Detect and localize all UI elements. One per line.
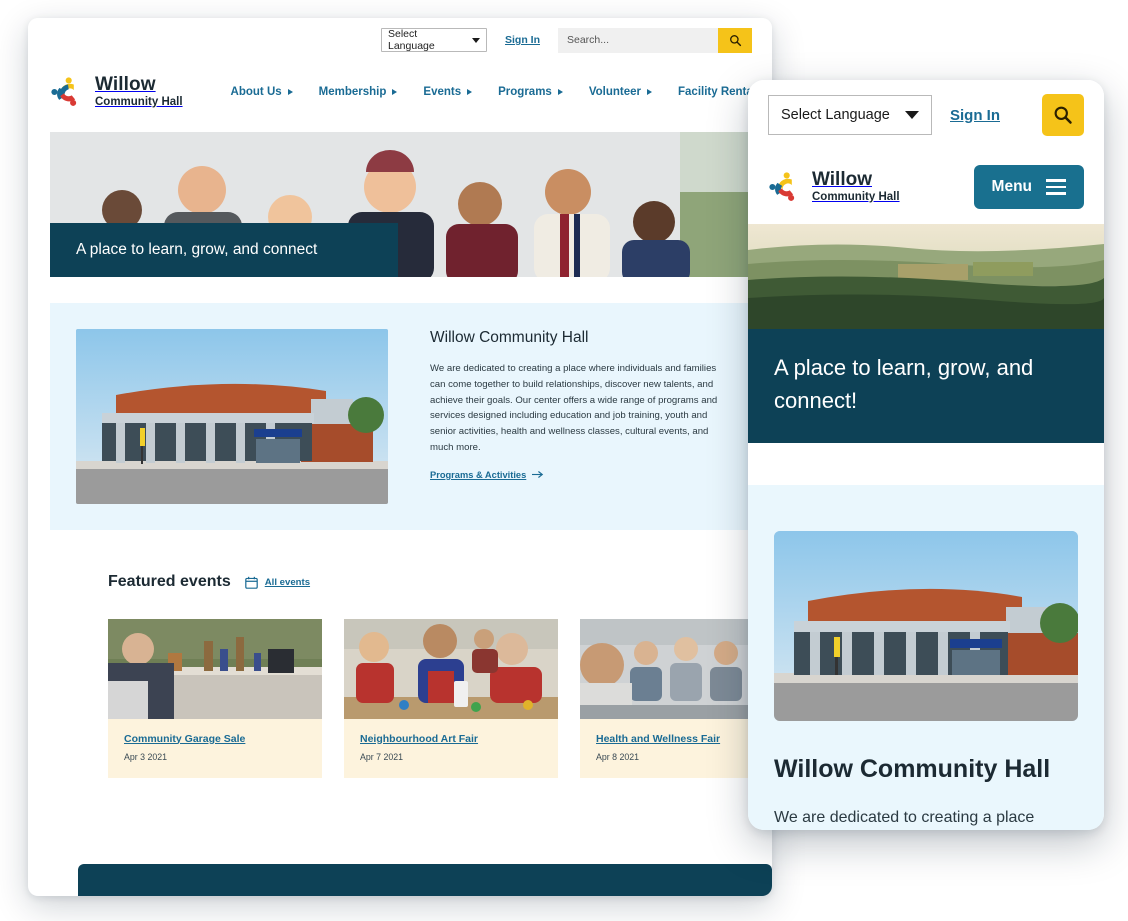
event-card[interactable]: Health and Wellness Fair Apr 8 2021 <box>580 618 772 778</box>
chevron-right-icon <box>647 89 652 95</box>
featured-events-title: Featured events <box>108 573 231 591</box>
mobile-language-select[interactable]: Select Language <box>768 95 932 135</box>
mobile-hero-image <box>748 224 1104 329</box>
mobile-section-gap <box>748 443 1104 485</box>
event-card-image <box>108 618 322 719</box>
mobile-header-bar: Willow Community Hall Menu <box>748 150 1104 224</box>
hero-caption: A place to learn, grow, and connect <box>50 223 398 277</box>
nav-item-volunteer[interactable]: Volunteer <box>589 86 652 98</box>
mobile-brand-text: Willow Community Hall <box>812 168 900 204</box>
willow-people-logo-icon <box>769 172 795 201</box>
hamburger-icon <box>1046 179 1066 195</box>
chevron-right-icon <box>467 89 473 95</box>
event-card-body: Health and Wellness Fair Apr 8 2021 <box>580 719 772 778</box>
language-select-label: Select Language <box>388 28 435 52</box>
featured-events-section: Featured events All events Community Gar… <box>28 560 772 778</box>
mobile-preview-panel: Select Language Sign In Willow Community… <box>748 80 1104 830</box>
footer-strip <box>78 864 772 896</box>
nav-label: About Us <box>230 86 282 98</box>
language-select[interactable]: Select Language <box>381 28 487 52</box>
chevron-right-icon <box>392 89 398 95</box>
utility-bar: Select Language Sign In Search... <box>28 18 772 62</box>
brand-name-line1: Willow <box>95 73 156 95</box>
brand-name-line2: Community Hall <box>95 95 183 108</box>
nav-label: Facility Rental <box>678 86 756 98</box>
hero-banner: A place to learn, grow, and connect <box>50 132 750 277</box>
search-button[interactable] <box>718 27 752 53</box>
mobile-menu-button[interactable]: Menu <box>973 165 1084 209</box>
event-card[interactable]: Neighbourhood Art Fair Apr 7 2021 <box>344 618 558 778</box>
mobile-menu-label: Menu <box>991 178 1032 195</box>
event-card-body: Neighbourhood Art Fair Apr 7 2021 <box>344 719 558 778</box>
mobile-about-body: We are dedicated to creating a place whe… <box>774 809 1035 826</box>
main-navigation: About Us Membership Events Programs Volu… <box>231 86 767 98</box>
nav-label: Membership <box>318 86 387 98</box>
event-date: Apr 3 2021 <box>124 751 168 762</box>
search-input[interactable]: Search... <box>558 27 718 53</box>
event-card-image <box>580 618 772 719</box>
programs-activities-link[interactable]: Programs & Activities <box>430 470 544 480</box>
search-icon <box>729 34 741 46</box>
event-date: Apr 8 2021 <box>596 751 640 762</box>
featured-events-header: Featured events All events <box>108 560 772 605</box>
event-title-link[interactable]: Health and Wellness Fair <box>596 733 772 745</box>
wellness-fair-photo <box>580 618 772 719</box>
aerial-countryside-photo <box>748 224 1104 329</box>
event-title-link[interactable]: Community Garage Sale <box>124 733 306 745</box>
nav-label: Programs <box>498 86 552 98</box>
about-section: Willow Community Hall We are dedicated t… <box>50 303 750 530</box>
event-date: Apr 7 2021 <box>360 751 404 762</box>
desktop-browser-window: Select Language Sign In Search... Willow… <box>28 18 772 896</box>
mobile-brand-line2: Community Hall <box>812 190 900 203</box>
all-events-label: All events <box>264 576 311 588</box>
nav-item-events[interactable]: Events <box>423 86 473 98</box>
nav-item-membership[interactable]: Membership <box>319 86 398 98</box>
event-card[interactable]: Community Garage Sale Apr 3 2021 <box>108 618 322 778</box>
mobile-hero-caption: A place to learn, grow, and connect! <box>748 329 1104 443</box>
nav-item-programs[interactable]: Programs <box>498 86 563 98</box>
garage-sale-photo <box>108 618 322 719</box>
mobile-about-image <box>774 531 1078 721</box>
community-hall-building-photo <box>774 531 1078 721</box>
nav-item-about-us[interactable]: About Us <box>231 86 293 98</box>
brand-text: Willow Community Hall <box>95 73 183 109</box>
about-building-image <box>76 329 388 504</box>
mobile-about-heading: Willow Community Hall <box>774 755 1051 783</box>
screenshot-stage: Select Language Sign In Search... Willow… <box>0 0 1128 921</box>
mobile-utility-bar: Select Language Sign In <box>748 80 1104 150</box>
about-heading: Willow Community Hall <box>430 329 589 346</box>
logo-home-link[interactable]: Willow Community Hall <box>50 73 183 109</box>
mobile-search-button[interactable] <box>1042 94 1084 136</box>
search-icon <box>1054 106 1072 124</box>
chevron-down-icon <box>472 37 480 43</box>
mobile-brand-line1: Willow <box>812 168 872 190</box>
programs-activities-label: Programs & Activities <box>430 469 527 480</box>
mobile-logo-home-link[interactable]: Willow Community Hall <box>768 168 900 204</box>
all-events-link[interactable]: All events <box>244 576 311 589</box>
mobile-language-label: Select Language <box>781 107 890 123</box>
mobile-about-section: Willow Community Hall We are dedicated t… <box>748 485 1104 830</box>
chevron-right-icon <box>287 89 293 95</box>
header-bar: Willow Community Hall About Us Membershi… <box>28 62 772 122</box>
arrow-right-icon <box>532 471 544 479</box>
event-card-body: Community Garage Sale Apr 3 2021 <box>108 719 322 778</box>
event-card-image <box>344 618 558 719</box>
event-title-link[interactable]: Neighbourhood Art Fair <box>360 733 542 745</box>
about-body: We are dedicated to creating a place whe… <box>430 363 718 454</box>
chevron-right-icon <box>557 89 563 95</box>
chevron-down-icon <box>905 111 919 119</box>
search-bar: Search... <box>558 27 752 53</box>
calendar-icon <box>244 576 258 589</box>
nav-label: Events <box>423 86 462 98</box>
art-fair-photo <box>344 618 558 719</box>
event-cards-list: Community Garage Sale Apr 3 2021 Neighbo… <box>108 618 772 778</box>
community-hall-building-photo <box>76 329 388 504</box>
sign-in-link[interactable]: Sign In <box>505 34 540 46</box>
about-text-block: Willow Community Hall We are dedicated t… <box>388 329 750 504</box>
willow-people-logo-icon <box>51 77 77 106</box>
mobile-sign-in-link[interactable]: Sign In <box>950 107 1000 124</box>
nav-label: Volunteer <box>588 86 641 98</box>
